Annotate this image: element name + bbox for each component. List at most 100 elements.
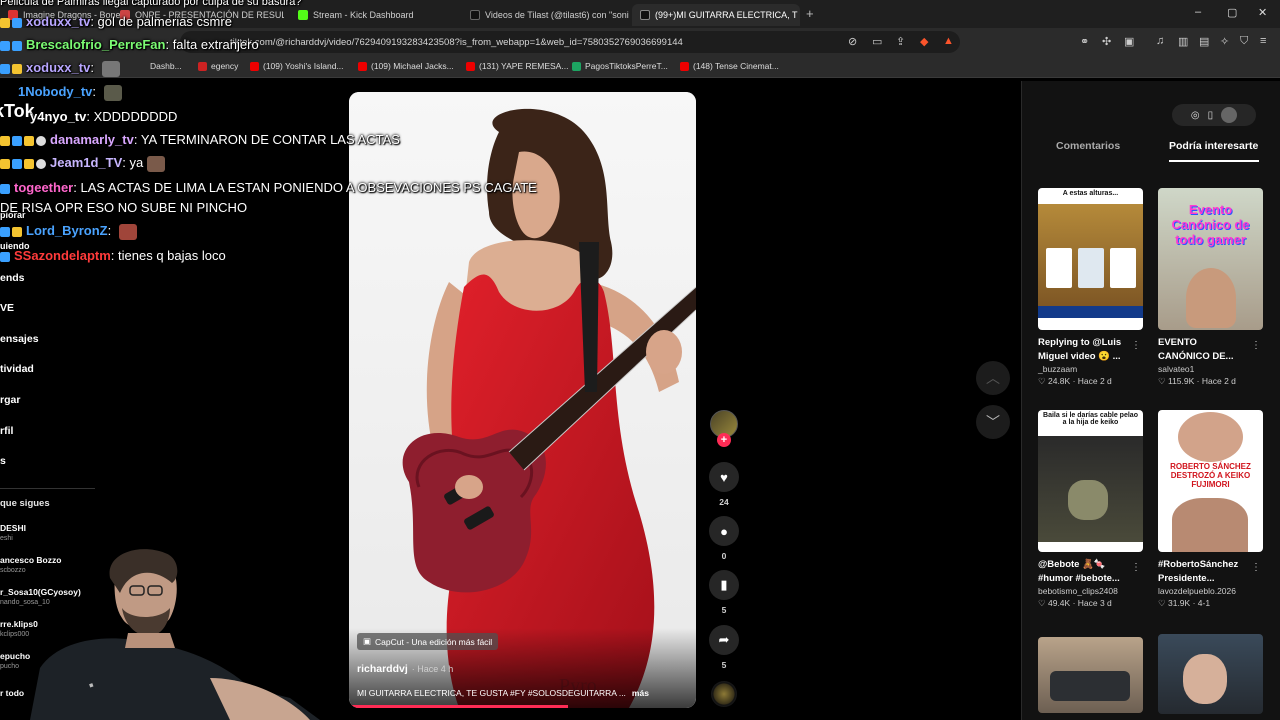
video-progress-bar[interactable] <box>349 705 568 708</box>
rewards-icon[interactable]: ▲ <box>943 35 954 47</box>
chat-username[interactable]: Jeam1d_TV <box>50 155 122 170</box>
sidebar-item-cargar[interactable]: rgar <box>0 394 20 406</box>
recommended-video-card[interactable]: Baila si le darías cable pelao a la hija… <box>1038 410 1143 609</box>
next-video-button[interactable]: ﹀ <box>976 405 1010 439</box>
tab-tilast-videos[interactable]: Videos de Tilast (@tilast6) con "soni <box>462 4 630 26</box>
sidebar-item-perfil[interactable]: rfil <box>0 425 13 437</box>
close-window-button[interactable]: ✕ <box>1258 6 1267 19</box>
chat-username[interactable]: Lord_ByronZ <box>26 223 108 238</box>
recommended-video-card[interactable]: ROBERTO SÁNCHEZ DESTROZÓ A KEIKO FUJIMOR… <box>1158 410 1263 609</box>
video-thumbnail[interactable] <box>1158 634 1263 714</box>
menu-icon[interactable]: ≡ <box>1260 35 1266 47</box>
follow-button[interactable]: + <box>717 433 731 447</box>
sidebar-icon[interactable]: ▥ <box>1178 35 1188 48</box>
leo-icon[interactable]: ✧ <box>1220 35 1229 48</box>
cast-icon[interactable]: ▭ <box>872 35 882 48</box>
video-thumbnail[interactable]: ROBERTO SÁNCHEZ DESTROZÓ A KEIKO FUJIMOR… <box>1158 410 1263 552</box>
card-title[interactable]: @Bebote 🧸🍬 #humor #bebote... <box>1038 558 1143 586</box>
phone-icon[interactable]: ▯ <box>1208 110 1214 121</box>
caption-text: MI GUITARRA ELECTRICA, TE GUSTA #FY #SOL… <box>357 688 626 698</box>
recommended-video-card[interactable]: A estas alturas... Replying to @Luis Mig… <box>1038 188 1143 387</box>
more-options-icon[interactable]: ⋮ <box>1131 562 1141 573</box>
music-icon[interactable]: ♫ <box>1156 35 1164 47</box>
vpn-icon[interactable]: ⛉ <box>1240 35 1248 48</box>
tracking-icon[interactable]: ⊘ <box>848 35 857 48</box>
card-title[interactable]: Replying to @Luis Miguel video 😮 ... <box>1038 336 1143 364</box>
heart-icon[interactable]: ♥ <box>709 462 739 492</box>
capcut-watermark[interactable]: ▣ CapCut - Una edición más fácil <box>357 633 499 650</box>
tab-comentarios[interactable]: Comentarios <box>1056 140 1120 152</box>
previous-video-button[interactable]: ︿ <box>976 361 1010 395</box>
comment-action[interactable]: ● 0 <box>709 516 739 561</box>
crown-badge-icon <box>0 158 10 169</box>
card-username[interactable]: lavozdelpueblo.2026 <box>1158 586 1263 596</box>
chat-username[interactable]: danamarly_tv <box>50 132 134 147</box>
brave-shield-icon[interactable]: ◆ <box>920 35 928 48</box>
save-action[interactable]: ▮ 5 <box>709 570 739 615</box>
more-options-icon[interactable]: ⋮ <box>1131 340 1141 351</box>
sidebar-item-live[interactable]: VE <box>0 302 14 314</box>
download-icon[interactable]: ▣ <box>1124 35 1134 48</box>
bookmark-yape[interactable]: (131) YAPE REMESA... <box>466 61 568 71</box>
following-account-name[interactable]: epucho <box>0 651 30 661</box>
maximize-button[interactable]: ▢ <box>1227 6 1237 19</box>
address-bar[interactable]: tiktok.com/@richarddvj/video/76294091932… <box>180 31 960 53</box>
more-options-icon[interactable]: ⋮ <box>1251 562 1261 573</box>
video-author[interactable]: richarddvj · Hace 4 h <box>357 663 453 675</box>
minimize-button[interactable]: – <box>1195 6 1201 18</box>
tab-podria-interesarte[interactable]: Podría interesarte <box>1169 140 1258 152</box>
caption-more-button[interactable]: más <box>632 688 649 698</box>
chevron-down-icon: ﹀ <box>986 414 1000 430</box>
card-username[interactable]: salvateo1 <box>1158 364 1263 374</box>
more-options-icon[interactable]: ⋮ <box>1251 340 1261 351</box>
wallet-icon[interactable]: ▤ <box>1199 35 1209 48</box>
like-action[interactable]: ♥ 24 <box>709 462 739 507</box>
see-all-link[interactable]: r todo <box>0 688 24 698</box>
bookmark-pagos[interactable]: PagosTiktoksPerreT... <box>572 61 668 71</box>
sidebar-item-mensajes[interactable]: ensajes <box>0 333 39 345</box>
recommended-video-card[interactable] <box>1158 634 1263 714</box>
bookmark-michael[interactable]: (109) Michael Jacks... <box>358 61 454 71</box>
chat-username[interactable]: Brescalofrio_PerreFan <box>26 37 165 52</box>
tab-kick-dashboard[interactable]: Stream - Kick Dashboard <box>290 4 460 26</box>
side-panel <box>1021 81 1280 720</box>
bookmark-tense[interactable]: (148) Tense Cinemat... <box>680 61 779 71</box>
share-arrow-icon[interactable]: ➦ <box>709 625 739 655</box>
compass-icon[interactable]: ◎ <box>1191 110 1200 121</box>
puzzle-icon[interactable]: ✣ <box>1102 35 1111 48</box>
card-title[interactable]: EVENTO CANÓNICO DE... <box>1158 336 1263 364</box>
author-username[interactable]: richarddvj <box>357 663 408 675</box>
video-thumbnail[interactable]: A estas alturas... <box>1038 188 1143 330</box>
new-tab-button[interactable]: + <box>806 6 814 21</box>
video-thumbnail[interactable]: Evento Canónico de todo gamer <box>1158 188 1263 330</box>
bookmark-dashb[interactable]: Dashb... <box>150 61 182 71</box>
video-thumbnail[interactable] <box>1038 637 1143 713</box>
sidebar-item-more[interactable]: s <box>0 455 6 467</box>
chat-username[interactable]: togeether <box>14 180 73 195</box>
extensions-icon[interactable]: ⚭ <box>1080 35 1089 48</box>
chat-username[interactable]: xoduxx_tv <box>26 14 90 29</box>
share-action[interactable]: ➦ 5 <box>709 625 739 670</box>
following-account-name[interactable]: DESHI <box>0 523 26 533</box>
recommended-video-card[interactable] <box>1038 637 1143 713</box>
bookmark-icon[interactable]: ▮ <box>709 570 739 600</box>
tab-tiktok-active[interactable]: (99+)MI GUITARRA ELECTRICA, T × <box>632 4 800 26</box>
user-avatar[interactable] <box>1221 107 1238 123</box>
bookmark-yoshi[interactable]: (109) Yoshi's Island... <box>250 61 344 71</box>
recommended-video-card[interactable]: Evento Canónico de todo gamer EVENTO CAN… <box>1158 188 1263 387</box>
music-disc-icon[interactable] <box>711 681 737 707</box>
card-username[interactable]: bebotismo_clips2408 <box>1038 586 1143 596</box>
card-username[interactable]: _buzzaam <box>1038 364 1143 374</box>
card-title[interactable]: #RobertoSánchez Presidente... <box>1158 558 1263 586</box>
chat-username[interactable]: SSazondelaptm <box>14 248 111 263</box>
share-icon[interactable]: ⇪ <box>896 35 905 48</box>
sidebar-item-friends[interactable]: ends <box>0 272 25 284</box>
bookmark-egency[interactable]: egency <box>198 61 238 71</box>
sidebar-item-actividad[interactable]: tividad <box>0 363 34 375</box>
comment-icon[interactable]: ● <box>709 516 739 546</box>
chat-username[interactable]: 1Nobody_tv <box>18 84 92 99</box>
video-thumbnail[interactable]: Baila si le darías cable pelao a la hija… <box>1038 410 1143 552</box>
chat-username[interactable]: xoduxx_tv <box>26 60 90 75</box>
chat-username[interactable]: y4nyo_tv <box>30 109 86 124</box>
chat-message: y4nyo_tv: XDDDDDDDD <box>30 109 178 124</box>
